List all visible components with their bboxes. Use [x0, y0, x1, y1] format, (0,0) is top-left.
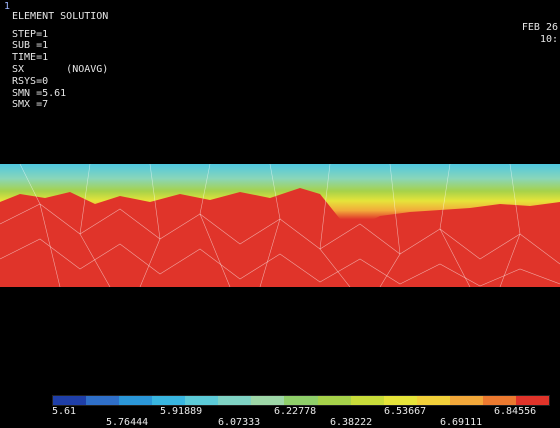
- legend-tick-2: 5.91889: [160, 406, 203, 417]
- legend-swatch-15: [515, 396, 549, 405]
- legend-tick-1: 5.61: [52, 406, 77, 417]
- legend-tick-4: 6.53667: [384, 406, 427, 417]
- time-label: 10:: [539, 34, 558, 45]
- legend-swatch-12: [416, 396, 450, 405]
- color-legend: [52, 395, 550, 406]
- plot-title: ELEMENT SOLUTION: [12, 11, 109, 22]
- legend-swatch-1: [53, 396, 87, 405]
- legend-swatch-13: [449, 396, 483, 405]
- legend-swatch-2: [86, 396, 120, 405]
- legend-tick-lower-3: 6.38222: [330, 417, 373, 428]
- legend-swatch-6: [218, 396, 252, 405]
- legend-tick-lower-2: 6.07333: [218, 417, 261, 428]
- legend-swatch-9: [317, 396, 351, 405]
- legend-tick-3: 6.22778: [274, 406, 317, 417]
- rsys-line: RSYS=0: [12, 76, 49, 87]
- legend-swatch-3: [119, 396, 153, 405]
- contour-plot[interactable]: [0, 164, 560, 287]
- legend-swatch-11: [383, 396, 417, 405]
- legend-swatch-5: [185, 396, 219, 405]
- substep-line: SUB =1: [12, 40, 49, 51]
- window-number: 1: [4, 1, 11, 12]
- result-item-line: SX (NOAVG): [12, 64, 109, 75]
- legend-swatch-8: [284, 396, 318, 405]
- legend-tick-lower-1: 5.76444: [106, 417, 149, 428]
- legend-swatch-7: [251, 396, 285, 405]
- smx-line: SMX =7: [12, 99, 49, 110]
- legend-swatch-4: [152, 396, 186, 405]
- legend-tick-5: 6.84556: [494, 406, 537, 417]
- legend-tick-lower-4: 6.69111: [440, 417, 483, 428]
- legend-swatch-14: [482, 396, 516, 405]
- legend-swatch-10: [350, 396, 384, 405]
- date-label: FEB 26: [521, 22, 558, 33]
- time-line: TIME=1: [12, 52, 49, 63]
- smn-line: SMN =5.61: [12, 88, 67, 99]
- step-line: STEP=1: [12, 29, 49, 40]
